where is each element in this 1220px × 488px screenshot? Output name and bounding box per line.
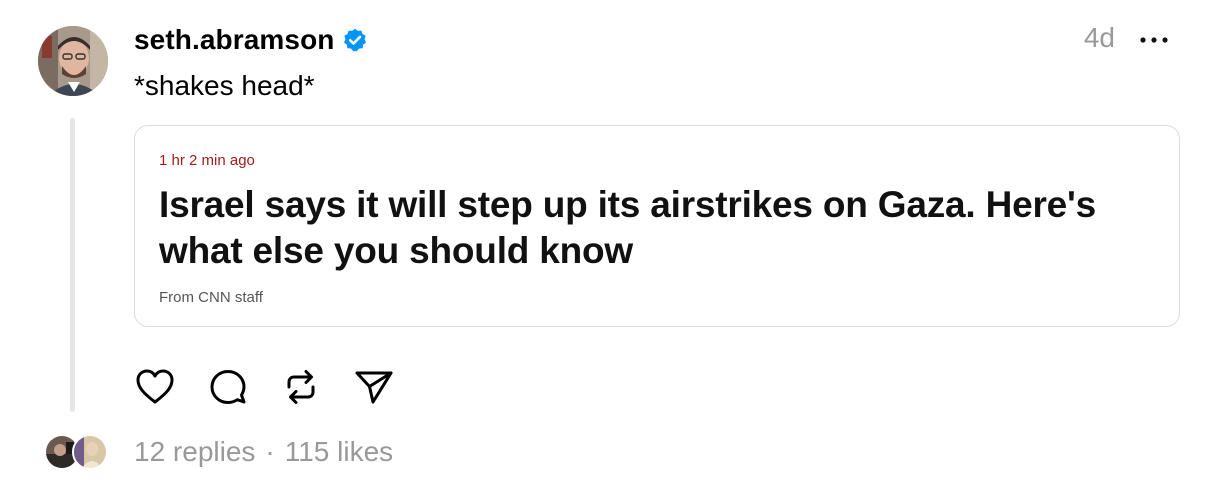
heart-icon xyxy=(136,369,174,404)
repost-button[interactable] xyxy=(279,365,323,409)
like-button[interactable] xyxy=(133,365,177,409)
post-text: *shakes head* xyxy=(134,70,315,101)
likes-count-link[interactable]: 115 likes xyxy=(285,436,393,468)
article-byline: From CNN staff xyxy=(159,289,263,306)
reply-button[interactable] xyxy=(206,365,250,409)
author-avatar[interactable] xyxy=(38,26,108,96)
replier-avatar xyxy=(72,434,108,470)
paper-plane-icon xyxy=(355,371,393,404)
author-header: seth.abramson xyxy=(134,22,368,58)
post-stats: 12 replies · 115 likes xyxy=(134,436,393,468)
author-username[interactable]: seth.abramson xyxy=(134,24,334,56)
article-headline: Israel says it will step up its airstrik… xyxy=(159,184,1097,271)
more-options-button[interactable] xyxy=(1134,27,1174,53)
link-preview-card[interactable]: 1 hr 2 min ago Israel says it will step … xyxy=(134,125,1180,327)
article-time-ago: 1 hr 2 min ago xyxy=(159,152,255,169)
stats-separator: · xyxy=(265,436,275,467)
speech-bubble-icon xyxy=(210,370,246,404)
ellipsis-icon xyxy=(1140,37,1168,43)
repost-arrows-icon xyxy=(287,370,315,404)
post-timestamp[interactable]: 4d xyxy=(1084,22,1115,54)
share-button[interactable] xyxy=(352,365,396,409)
action-bar xyxy=(133,365,425,409)
replier-avatars xyxy=(44,434,108,470)
thread-line xyxy=(70,118,75,412)
profile-photo xyxy=(38,26,108,96)
replies-count-link[interactable]: 12 replies xyxy=(134,436,255,468)
verified-badge-icon xyxy=(342,27,368,53)
